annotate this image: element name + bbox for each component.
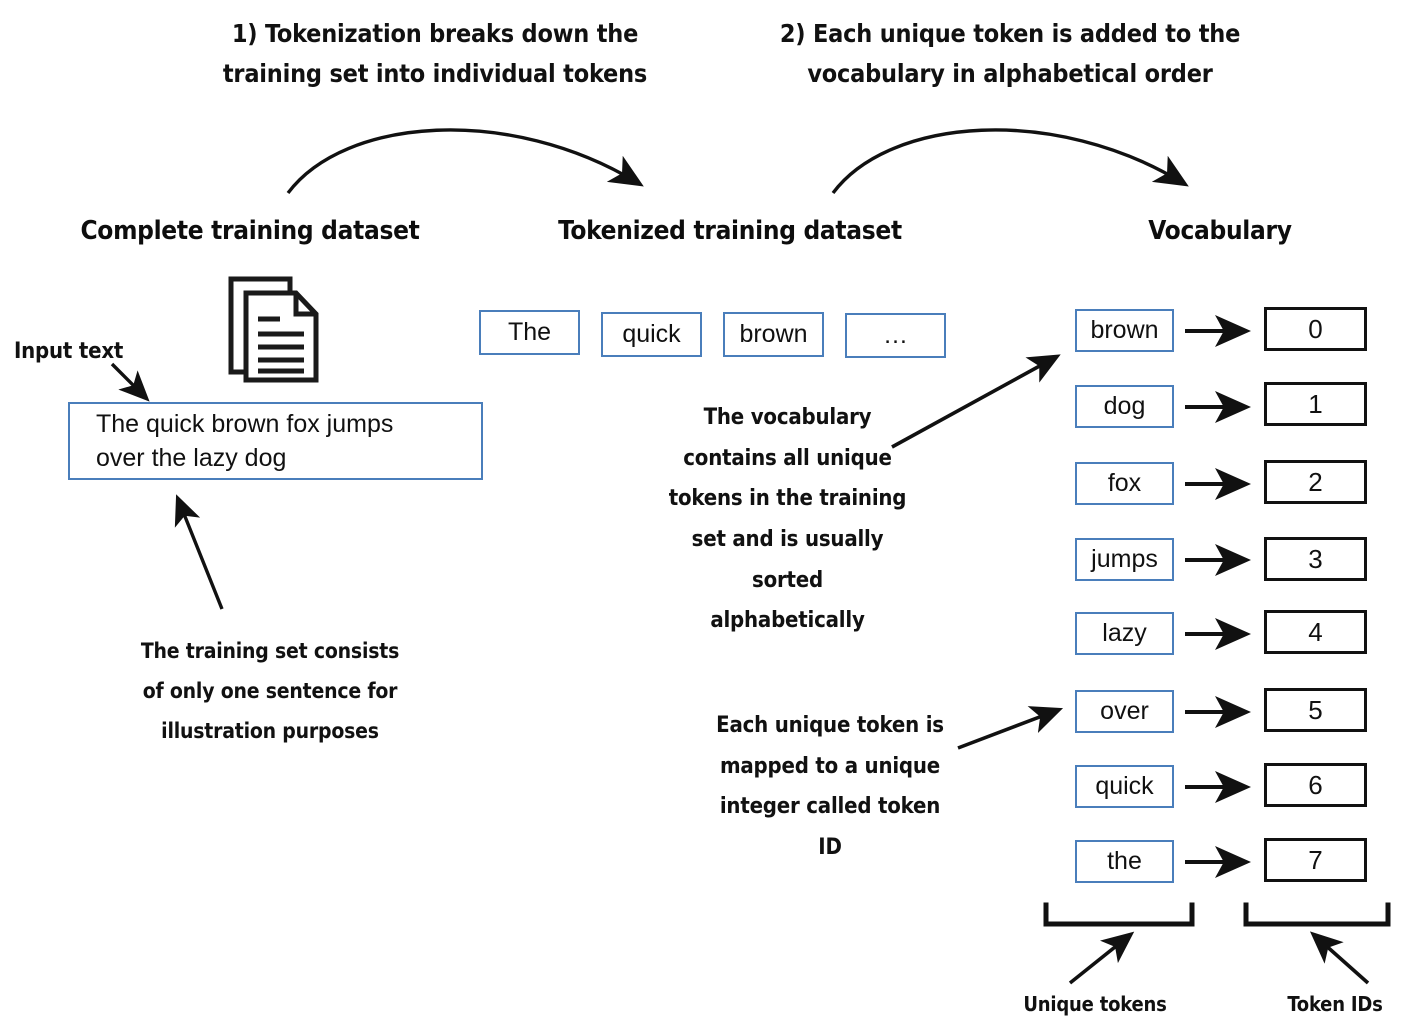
vocab-token-box[interactable]: the [1075,840,1174,883]
vocab-token-box[interactable]: fox [1075,462,1174,505]
diagram-canvas: 1) Tokenization breaks down the training… [0,0,1424,1031]
training-set-note: The training set consists of only one se… [140,639,400,743]
map-arrow [1185,696,1251,728]
step-1-title: 1) Tokenization breaks down the training… [222,19,648,88]
input-text-box[interactable]: The quick brown fox jumps over the lazy … [68,402,483,480]
vocab-token-box[interactable]: lazy [1075,612,1174,655]
vocab-token-box[interactable]: over [1075,690,1174,733]
document-stack-icon [228,276,319,383]
map-arrow [1185,391,1251,423]
vocab-token-box[interactable]: brown [1075,309,1174,352]
token-box[interactable]: brown [723,312,824,357]
vocabulary-description-arrow [891,354,1061,449]
vocab-id-box[interactable]: 1 [1264,382,1367,426]
token-id-description-arrow [957,706,1064,750]
step-2-title: 2) Each unique token is added to the voc… [779,19,1241,88]
heading-vocabulary: Vocabulary [1148,216,1292,246]
map-arrow [1185,618,1251,650]
token-ids-label-arrow [1309,931,1370,985]
training-set-note-arrow [174,494,224,610]
step-1-curved-arrow [286,128,644,195]
vocab-id-box[interactable]: 6 [1264,763,1367,807]
step-2-curved-arrow [831,128,1189,195]
vocab-token-box[interactable]: jumps [1075,538,1174,581]
token-box[interactable]: The [479,310,580,355]
vocab-id-box[interactable]: 7 [1264,838,1367,882]
vocab-id-box[interactable]: 0 [1264,307,1367,351]
vocab-token-box[interactable]: quick [1075,765,1174,808]
heading-complete-training-dataset: Complete training dataset [80,216,420,246]
token-ids-label: Token IDs [1287,992,1383,1016]
map-arrow [1185,846,1251,878]
unique-tokens-label: Unique tokens [1023,992,1167,1016]
token-box[interactable]: quick [601,312,702,357]
map-arrow [1185,771,1251,803]
vocab-id-box[interactable]: 3 [1264,537,1367,581]
vocab-id-box[interactable]: 4 [1264,610,1367,654]
vocab-id-box[interactable]: 5 [1264,688,1367,732]
token-id-description-note: Each unique token is mapped to a unique … [716,713,944,861]
map-arrow [1185,468,1251,500]
vocab-token-box[interactable]: dog [1075,385,1174,428]
map-arrow [1185,315,1251,347]
vocab-id-box[interactable]: 2 [1264,460,1367,504]
heading-tokenized-training-dataset: Tokenized training dataset [558,216,902,246]
map-arrow [1185,544,1251,576]
unique-tokens-label-arrow [1068,931,1135,985]
